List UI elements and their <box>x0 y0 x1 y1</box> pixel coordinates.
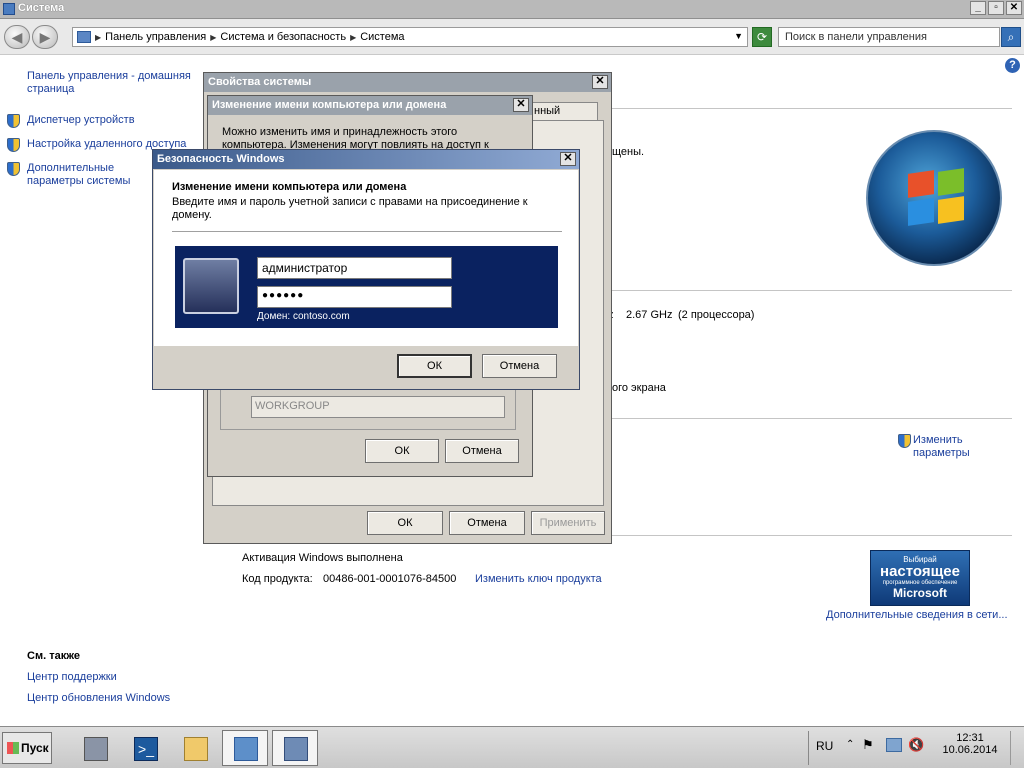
rights-text: щены. <box>612 146 645 158</box>
see-also-windows-update[interactable]: Центр обновления Windows <box>27 692 170 705</box>
back-button[interactable]: ◀ <box>4 25 30 49</box>
refresh-icon[interactable]: ⟳ <box>752 27 772 47</box>
taskbar-powershell[interactable]: >_ <box>122 730 168 766</box>
folder-icon <box>184 737 208 761</box>
taskbar-explorer[interactable] <box>172 730 218 766</box>
forward-button[interactable]: ▶ <box>32 25 58 49</box>
genuine-microsoft-badge[interactable]: Выбирай настоящее программное обеспечени… <box>870 550 970 606</box>
shield-icon <box>7 162 20 176</box>
divider <box>612 535 1012 536</box>
minimize-button[interactable]: _ <box>970 1 986 15</box>
sysprops-apply-button[interactable]: Применить <box>531 511 605 535</box>
help-icon[interactable]: ? <box>1005 58 1020 73</box>
crumb-control-panel[interactable]: Панель управления <box>105 31 206 43</box>
address-bar[interactable]: ▶ Панель управления ▶ Система и безопасн… <box>72 27 748 47</box>
sysprops-cancel-button[interactable]: Отмена <box>449 511 525 535</box>
taskbar-control-panel[interactable] <box>222 730 268 766</box>
windows-logo <box>866 130 1002 266</box>
divider <box>612 290 1012 291</box>
control-panel-icon <box>234 737 258 761</box>
chevron-down-icon[interactable]: ▼ <box>734 31 743 41</box>
clock-date: 10.06.2014 <box>942 744 998 756</box>
rename-cancel-button[interactable]: Отмена <box>445 439 519 463</box>
change-key-link[interactable]: Изменить ключ продукта <box>475 573 602 585</box>
search-icon[interactable]: ⌕ <box>1001 27 1021 47</box>
address-toolbar: ◀ ▶ ▶ Панель управления ▶ Система и безо… <box>0 19 1024 55</box>
close-icon[interactable]: ✕ <box>513 98 529 112</box>
shield-icon <box>898 434 911 448</box>
divider <box>612 418 1012 419</box>
network-icon[interactable] <box>886 738 902 752</box>
shield-icon <box>7 114 20 128</box>
domain-label: Домен: contoso.com <box>257 311 350 322</box>
control-panel-icon <box>77 31 91 43</box>
sidebar-home-link[interactable]: Панель управления - домашняя страница <box>27 70 197 96</box>
crumb-system-security[interactable]: Система и безопасность <box>220 31 346 43</box>
rename-ok-button[interactable]: ОК <box>365 439 439 463</box>
user-avatar <box>183 258 239 314</box>
crumb-system[interactable]: Система <box>360 31 404 43</box>
show-desktop-button[interactable] <box>1010 731 1022 765</box>
rename-title: Изменение имени компьютера или домена <box>212 99 447 111</box>
clock[interactable]: 12:31 10.06.2014 <box>940 732 1000 756</box>
windows-security-dialog: Безопасность Windows ✕ Изменение имени к… <box>152 149 580 390</box>
sysprops-title: Свойства системы <box>208 76 312 88</box>
taskbar: Пуск >_ RU ⌃ ⚑ 🔇 <box>0 726 1024 768</box>
windows-flag-icon <box>7 742 19 754</box>
system-icon <box>3 3 15 15</box>
volume-muted-icon[interactable]: 🔇 <box>908 737 924 753</box>
powershell-icon: >_ <box>134 737 158 761</box>
security-ok-button[interactable]: ОК <box>397 354 472 378</box>
close-icon[interactable]: ✕ <box>592 75 608 89</box>
workgroup-field[interactable]: WORKGROUP <box>251 396 505 418</box>
action-center-flag-icon[interactable]: ⚑ <box>862 737 874 753</box>
product-key-label: Код продукта: <box>242 573 313 585</box>
security-description: Введите имя и пароль учетной записи с пр… <box>172 196 528 221</box>
search-input[interactable]: Поиск в панели управления <box>778 27 1000 47</box>
close-icon[interactable]: ✕ <box>560 152 576 166</box>
computer-icon <box>284 737 308 761</box>
change-params-link[interactable]: Изменить параметры <box>913 434 973 460</box>
password-field[interactable]: ●●●●●● <box>257 286 452 308</box>
start-button[interactable]: Пуск <box>2 732 52 764</box>
server-manager-icon <box>84 737 108 761</box>
window-title: Система <box>18 2 65 14</box>
close-button[interactable]: ✕ <box>1006 1 1022 15</box>
see-also-heading: См. также <box>27 650 80 662</box>
language-indicator[interactable]: RU <box>816 739 833 753</box>
taskbar-system-properties[interactable] <box>272 730 318 766</box>
see-also-action-center[interactable]: Центр поддержки <box>27 671 117 684</box>
sidebar-item-advanced[interactable]: Дополнительные параметры системы <box>27 162 157 188</box>
credential-tile: администратор ●●●●●● Домен: contoso.com <box>175 246 558 328</box>
security-heading: Изменение имени компьютера или домена <box>172 181 407 193</box>
product-key: 00486-001-0001076-84500 <box>323 573 457 585</box>
window-titlebar: Система _ ▫ ✕ <box>0 0 1024 19</box>
screen-text: ого экрана <box>612 382 666 394</box>
maximize-button[interactable]: ▫ <box>988 1 1004 15</box>
shield-icon <box>7 138 20 152</box>
security-title: Безопасность Windows <box>157 153 285 165</box>
username-field[interactable]: администратор <box>257 257 452 279</box>
security-cancel-button[interactable]: Отмена <box>482 354 557 378</box>
tab-remote[interactable]: нный доступ <box>530 102 598 129</box>
more-info-link[interactable]: Дополнительные сведения в сети... <box>826 609 1008 621</box>
cpu-count: (2 процессора) <box>678 309 755 321</box>
cpu-speed: 2.67 GHz <box>626 309 673 321</box>
taskbar-server-manager[interactable] <box>72 730 118 766</box>
divider <box>612 108 1012 109</box>
chevron-up-icon[interactable]: ⌃ <box>846 739 854 750</box>
rename-text-1: Можно изменить имя и принадлежность этог… <box>222 126 458 138</box>
sysprops-ok-button[interactable]: ОК <box>367 511 443 535</box>
activation-status: Активация Windows выполнена <box>242 552 403 564</box>
sidebar-item-device-manager[interactable]: Диспетчер устройств <box>27 114 135 127</box>
clock-time: 12:31 <box>956 732 984 744</box>
